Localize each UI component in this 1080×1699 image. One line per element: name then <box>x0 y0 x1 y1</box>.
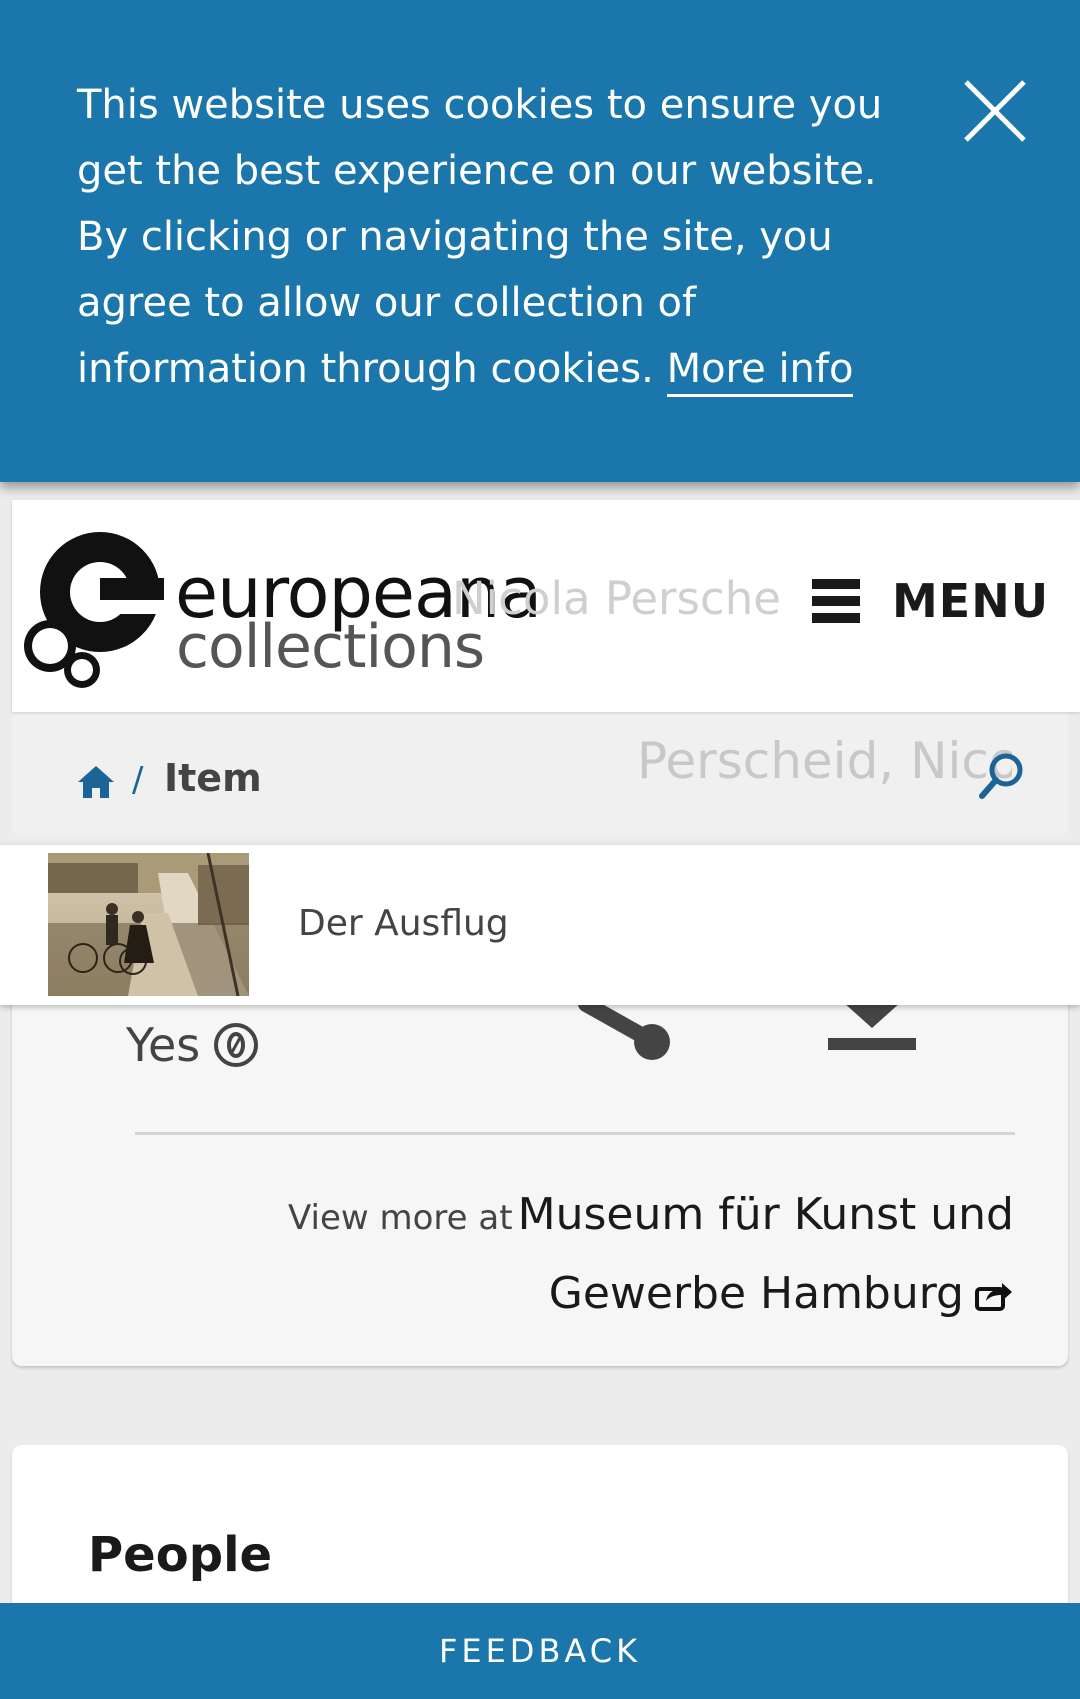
logo-mark-icon <box>24 532 170 688</box>
breadcrumb-separator: / <box>132 760 144 800</box>
menu-label: MENU <box>892 574 1050 628</box>
view-more-prefix: View more at <box>288 1198 513 1238</box>
cookie-message: This website uses cookies to ensure you … <box>77 72 937 402</box>
rights-statement[interactable]: Yes <box>126 1018 260 1072</box>
site-header: europeana collections Nicola Perscheid M… <box>12 500 1080 712</box>
people-heading: People <box>88 1527 273 1583</box>
feedback-button[interactable]: FEEDBACK <box>0 1603 1080 1699</box>
hamburger-icon <box>812 579 860 623</box>
home-icon[interactable] <box>76 762 116 802</box>
more-info-link[interactable]: More info <box>666 346 854 397</box>
feedback-label: FEEDBACK <box>438 1632 642 1670</box>
provider-link[interactable]: Museum für Kunst und Gewerbe Hamburg <box>518 1189 1014 1319</box>
rights-label: Yes <box>126 1018 201 1072</box>
page: Yes View more at Museum für Kunst und Ge… <box>0 0 1080 1699</box>
breadcrumb: / Item Perscheid, Nicola <box>12 712 1068 836</box>
cookie-banner: This website uses cookies to ensure you … <box>0 0 1080 482</box>
item-thumbnail[interactable] <box>48 853 249 996</box>
view-more-provider: View more at Museum für Kunst und Gewerb… <box>114 1180 1014 1338</box>
close-icon[interactable] <box>962 78 1028 144</box>
search-ghost-text: Perscheid, Nicola <box>637 732 1012 790</box>
item-title: Der Ausflug <box>298 903 509 944</box>
search-icon[interactable] <box>974 748 1030 804</box>
share-icon[interactable] <box>568 1000 678 1070</box>
menu-button[interactable]: MENU <box>810 566 1060 636</box>
external-link-icon <box>975 1283 1012 1311</box>
provider-link-label: Museum für Kunst und Gewerbe Hamburg <box>517 1189 1014 1319</box>
divider <box>135 1132 1015 1135</box>
sticky-item-bar: Der Ausflug <box>0 845 1080 1005</box>
item-info-card: Yes View more at Museum für Kunst und Ge… <box>12 960 1068 1366</box>
europeana-logo[interactable]: europeana collections <box>20 524 542 694</box>
header-search-ghost: Nicola Perscheid <box>452 572 782 625</box>
logo-subtitle: collections <box>176 612 485 682</box>
breadcrumb-current: Item <box>164 756 262 800</box>
public-domain-icon <box>214 1023 259 1067</box>
thumbnail-image <box>48 853 249 996</box>
